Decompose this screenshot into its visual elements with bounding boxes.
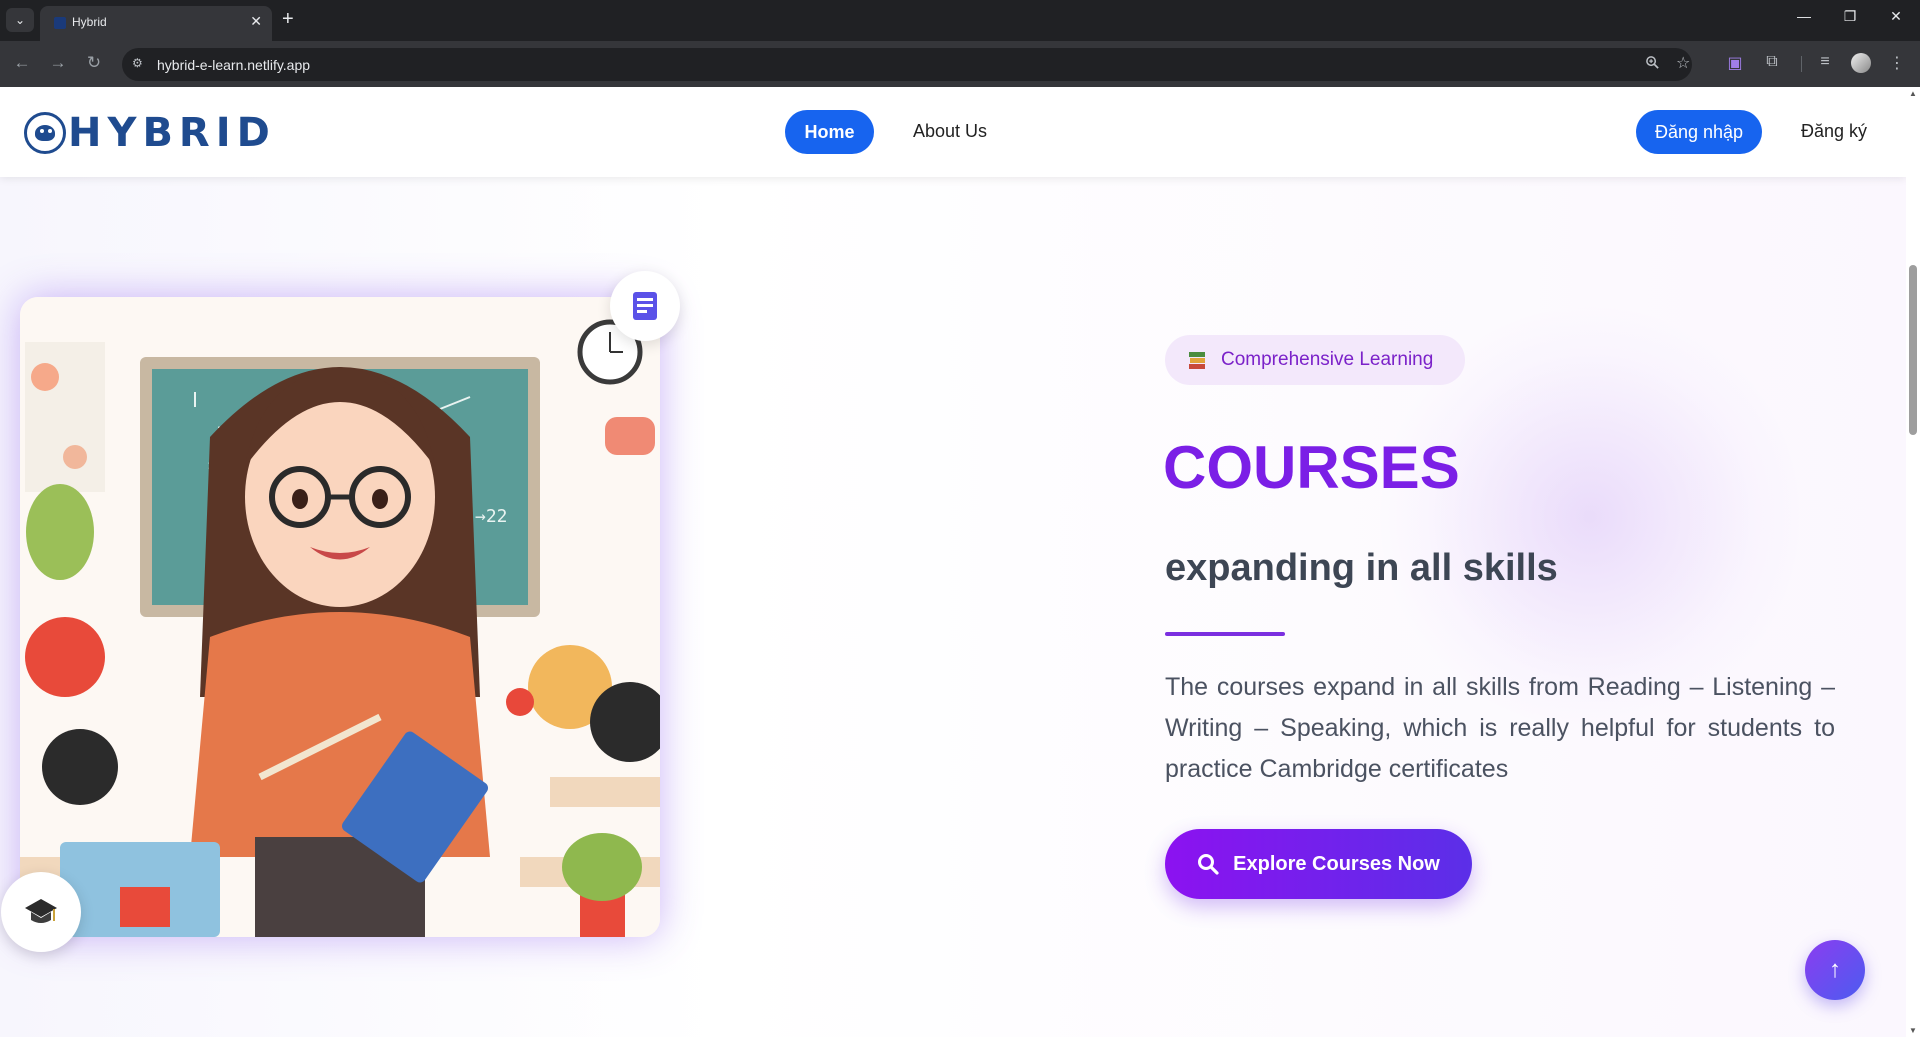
bookmark-star-icon[interactable]: ☆ xyxy=(1676,53,1690,73)
owl-logo-icon xyxy=(24,112,66,154)
tab-search-button[interactable]: ⌄ xyxy=(6,8,34,32)
media-controls-icon[interactable]: ≡ xyxy=(1814,53,1836,71)
logo-text: HYBRID xyxy=(68,110,276,156)
comprehensive-learning-badge: Comprehensive Learning xyxy=(1165,335,1465,385)
explore-courses-button[interactable]: Explore Courses Now xyxy=(1165,829,1472,899)
book-icon xyxy=(610,271,680,341)
zoom-icon[interactable] xyxy=(1645,55,1660,74)
profile-avatar[interactable] xyxy=(1851,53,1871,73)
hero-title: COURSES xyxy=(1163,434,1460,501)
browser-tab-bar: ⌄ Hybrid ✕ + — ❐ ✕ xyxy=(0,0,1920,41)
teacher-classroom-illustration: -[2] ± →22 xyxy=(20,297,660,937)
tab-close-icon[interactable]: ✕ xyxy=(250,13,262,30)
browser-tab-active[interactable]: Hybrid ✕ xyxy=(40,6,272,41)
site-logo[interactable]: HYBRID xyxy=(24,110,276,156)
toolbar-divider xyxy=(1801,56,1802,72)
restore-button[interactable]: ❐ xyxy=(1838,8,1862,25)
site-info-icon[interactable]: ⚙ xyxy=(132,56,143,70)
nav-home-link[interactable]: Home xyxy=(785,110,874,154)
window-close-button[interactable]: ✕ xyxy=(1884,8,1908,25)
scroll-down-arrow-icon[interactable]: ▼ xyxy=(1909,1026,1917,1035)
title-accent-divider xyxy=(1165,632,1285,636)
url-text[interactable]: hybrid-e-learn.netlify.app xyxy=(157,57,310,73)
page-viewport: HYBRID Home About Us Đăng nhập Đăng ký -… xyxy=(0,87,1906,1037)
back-icon[interactable]: ← xyxy=(11,53,33,73)
forward-icon[interactable]: → xyxy=(47,53,69,73)
books-stack-icon xyxy=(1189,352,1205,369)
tab-favicon-icon xyxy=(54,17,66,29)
tab-title: Hybrid xyxy=(72,15,107,29)
svg-text:→22: →22 xyxy=(475,506,508,527)
hero-description: The courses expand in all skills from Re… xyxy=(1165,673,1835,783)
scrollbar-thumb[interactable] xyxy=(1909,265,1917,435)
nav-about-link[interactable]: About Us xyxy=(913,121,987,142)
scroll-to-top-button[interactable]: ↑ xyxy=(1805,940,1865,1000)
scroll-up-arrow-icon[interactable]: ▲ xyxy=(1909,89,1917,98)
browser-toolbar: ← → ↻ ⚙ hybrid-e-learn.netlify.app ☆ ▣ ⧉… xyxy=(0,41,1920,87)
graduation-cap-icon xyxy=(1,872,81,952)
site-header: HYBRID Home About Us Đăng nhập Đăng ký xyxy=(0,87,1906,177)
extensions-icon[interactable]: ⧉ xyxy=(1761,53,1783,71)
arrow-up-icon: ↑ xyxy=(1829,956,1841,983)
address-bar[interactable]: ⚙ hybrid-e-learn.netlify.app ☆ xyxy=(122,48,1692,81)
hero-illustration: -[2] ± →22 xyxy=(20,297,660,937)
page-scrollbar[interactable]: ▲ ▼ xyxy=(1906,87,1920,1037)
login-button[interactable]: Đăng nhập xyxy=(1636,110,1762,154)
register-link[interactable]: Đăng ký xyxy=(1801,121,1867,142)
extension-puzzle-purple-icon[interactable]: ▣ xyxy=(1724,53,1746,73)
hero-subtitle: expanding in all skills xyxy=(1165,547,1558,589)
explore-courses-label: Explore Courses Now xyxy=(1233,852,1440,875)
reload-icon[interactable]: ↻ xyxy=(83,53,105,73)
minimize-button[interactable]: — xyxy=(1792,8,1816,24)
menu-kebab-icon[interactable]: ⋮ xyxy=(1886,53,1908,73)
badge-text: Comprehensive Learning xyxy=(1221,349,1434,370)
search-icon xyxy=(1198,854,1219,875)
new-tab-button[interactable]: + xyxy=(282,7,294,31)
